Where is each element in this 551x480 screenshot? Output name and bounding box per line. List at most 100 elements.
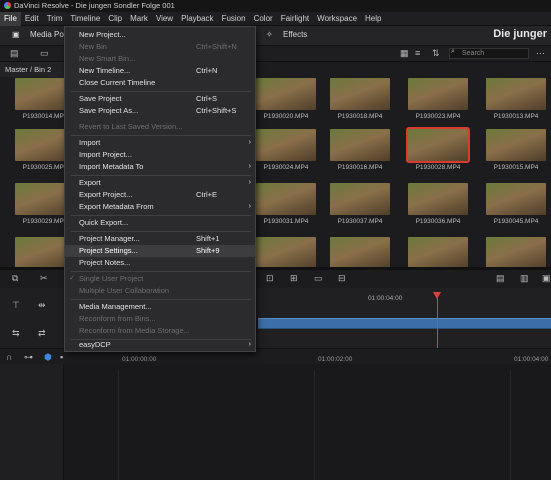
clip-thumbnail[interactable] bbox=[330, 237, 390, 269]
menu-clip[interactable]: Clip bbox=[104, 12, 126, 26]
clip-thumbnail[interactable]: P1930045.MP4 bbox=[486, 183, 546, 225]
effects-tab[interactable]: Effects bbox=[283, 30, 307, 39]
clip-image bbox=[256, 129, 316, 161]
playhead-handle-icon[interactable] bbox=[433, 292, 441, 299]
clip-label: P1930018.MP4 bbox=[337, 113, 383, 120]
marker-icon[interactable]: ⬢ bbox=[44, 352, 52, 363]
clip-thumbnail-selected[interactable]: P1930028.MP4 bbox=[406, 127, 470, 171]
lower-timeline[interactable] bbox=[0, 364, 551, 480]
ruler-timecode: 01:00:04:00 bbox=[368, 295, 403, 302]
menu-separator bbox=[71, 175, 251, 176]
menu-item-media-management[interactable]: Media Management... bbox=[65, 301, 255, 313]
menu-item-close-timeline[interactable]: Close Current Timeline bbox=[65, 77, 255, 89]
clip-thumbnail[interactable]: P1930018.MP4 bbox=[330, 78, 390, 120]
menu-color[interactable]: Color bbox=[250, 12, 277, 26]
menu-item-export-project[interactable]: Export Project... Ctrl+E bbox=[65, 189, 255, 201]
menu-help[interactable]: Help bbox=[361, 12, 385, 26]
flag-icon[interactable]: ▪ bbox=[60, 352, 63, 362]
zoom-icon[interactable]: ▣ bbox=[542, 273, 551, 284]
menu-item-export[interactable]: Export › bbox=[65, 177, 255, 189]
clip-image bbox=[330, 237, 390, 269]
clip-label: P1930045.MP4 bbox=[493, 218, 539, 225]
menu-timeline[interactable]: Timeline bbox=[66, 12, 104, 26]
edit-mode-icon[interactable]: ⧉ bbox=[12, 273, 18, 284]
menu-fusion[interactable]: Fusion bbox=[218, 12, 250, 26]
menu-item-project-settings[interactable]: Project Settings... Shift+9 bbox=[65, 245, 255, 257]
overwrite-icon[interactable]: ⊞ bbox=[290, 273, 298, 284]
menu-item-multi-user: Multiple User Collaboration bbox=[79, 286, 170, 295]
clip-thumbnail[interactable] bbox=[408, 237, 468, 269]
menu-separator bbox=[71, 91, 251, 92]
window-title: DaVinci Resolve - Die jungen Sondler Fol… bbox=[14, 1, 175, 10]
link-icon[interactable]: ⇆ bbox=[12, 328, 20, 339]
clip-thumbnail[interactable]: P1930036.MP4 bbox=[408, 183, 468, 225]
menu-separator bbox=[71, 299, 251, 300]
effects-icon[interactable]: ✧ bbox=[266, 30, 273, 39]
media-pool-icon[interactable]: ▣ bbox=[12, 30, 20, 39]
menu-item-project-notes[interactable]: Project Notes... bbox=[65, 257, 255, 269]
clip-thumbnail[interactable] bbox=[486, 237, 546, 269]
insert-icon[interactable]: ⊡ bbox=[266, 273, 274, 284]
menu-item-import-metadata[interactable]: Import Metadata To › bbox=[65, 161, 255, 173]
video-clip[interactable] bbox=[258, 318, 551, 329]
menu-workspace[interactable]: Workspace bbox=[313, 12, 361, 26]
menu-fairlight[interactable]: Fairlight bbox=[277, 12, 313, 26]
timeline-ruler[interactable]: 01:00:04:00 bbox=[258, 292, 551, 304]
sort-icon[interactable]: ⇅ bbox=[432, 48, 440, 59]
trim-tool-icon[interactable]: ⊤ bbox=[12, 300, 20, 311]
ruler-timecode: 01:00:00:00 bbox=[122, 356, 157, 363]
razor-icon[interactable]: ✂ bbox=[40, 273, 48, 284]
clip-thumbnail[interactable]: P1930024.MP4 bbox=[256, 129, 316, 171]
menu-mark[interactable]: Mark bbox=[126, 12, 152, 26]
media-pool-tab[interactable]: Media Poo bbox=[30, 30, 68, 39]
playhead[interactable] bbox=[433, 292, 441, 350]
bin-list-icon[interactable]: ▤ bbox=[10, 48, 19, 59]
menu-item-import-project[interactable]: Import Project... bbox=[65, 149, 255, 161]
clip-image bbox=[330, 129, 390, 161]
snap-icon[interactable]: ⇄ bbox=[38, 328, 46, 339]
menu-trim[interactable]: Trim bbox=[43, 12, 67, 26]
new-bin-icon[interactable]: ▭ bbox=[40, 48, 49, 59]
menu-playback[interactable]: Playback bbox=[177, 12, 217, 26]
place-on-top-icon[interactable]: ⊟ bbox=[338, 273, 346, 284]
menu-item-new-timeline[interactable]: New Timeline... Ctrl+N bbox=[65, 65, 255, 77]
clip-thumbnail[interactable]: P1930037.MP4 bbox=[330, 183, 390, 225]
menu-item-quick-export[interactable]: Quick Export... bbox=[65, 217, 255, 229]
menu-item-save-project[interactable]: Save Project Ctrl+S bbox=[65, 93, 255, 105]
clip-image bbox=[486, 78, 546, 110]
search-icon: ⌕ bbox=[451, 48, 455, 55]
menu-item-project-manager[interactable]: Project Manager... Shift+1 bbox=[65, 233, 255, 245]
bin-breadcrumb: Master / Bin 2 bbox=[0, 62, 64, 77]
clip-image bbox=[330, 78, 390, 110]
menu-item-save-project-as[interactable]: Save Project As... Ctrl+Shift+S bbox=[65, 105, 255, 117]
menu-item-reconform-bins: Reconform from Bins... bbox=[79, 314, 156, 323]
clip-thumbnail[interactable]: P1930013.MP4 bbox=[486, 78, 546, 120]
magnet-icon[interactable]: ∩ bbox=[6, 352, 12, 362]
menu-view[interactable]: View bbox=[152, 12, 177, 26]
menu-item-easydcp[interactable]: easyDCP › bbox=[65, 339, 255, 351]
audio-meter-icon[interactable]: ▥ bbox=[520, 273, 529, 284]
clip-thumbnail[interactable]: P1930020.MP4 bbox=[256, 78, 316, 120]
menu-item-export-metadata[interactable]: Export Metadata From › bbox=[65, 201, 255, 213]
menu-edit[interactable]: Edit bbox=[21, 12, 43, 26]
ruler-timecode: 01:00:04:00 bbox=[514, 356, 549, 363]
clip-image bbox=[408, 183, 468, 215]
clip-thumbnail[interactable]: P1930031.MP4 bbox=[256, 183, 316, 225]
menu-item-import[interactable]: Import › bbox=[65, 137, 255, 149]
dynamic-trim-icon[interactable]: ⇹ bbox=[38, 300, 46, 311]
clip-thumbnail[interactable]: P1930023.MP4 bbox=[408, 78, 468, 120]
clip-thumbnail[interactable]: P1930016.MP4 bbox=[330, 129, 390, 171]
track-view-icon[interactable]: ▤ bbox=[496, 273, 505, 284]
options-icon[interactable]: ⋯ bbox=[536, 48, 545, 59]
menu-file[interactable]: File bbox=[0, 12, 21, 26]
list-view-icon[interactable]: ≡ bbox=[415, 48, 420, 58]
clip-label: P1930028.MP4 bbox=[415, 164, 461, 171]
menu-item-new-project[interactable]: New Project... bbox=[65, 29, 255, 41]
grid-line bbox=[118, 370, 119, 480]
replace-icon[interactable]: ▭ bbox=[314, 273, 323, 284]
linked-selection-icon[interactable]: ⊶ bbox=[24, 352, 33, 363]
search-input[interactable]: Search bbox=[449, 48, 529, 59]
grid-view-icon[interactable]: ▦ bbox=[400, 48, 409, 59]
clip-thumbnail[interactable] bbox=[256, 237, 316, 269]
clip-thumbnail[interactable]: P1930015.MP4 bbox=[486, 129, 546, 171]
